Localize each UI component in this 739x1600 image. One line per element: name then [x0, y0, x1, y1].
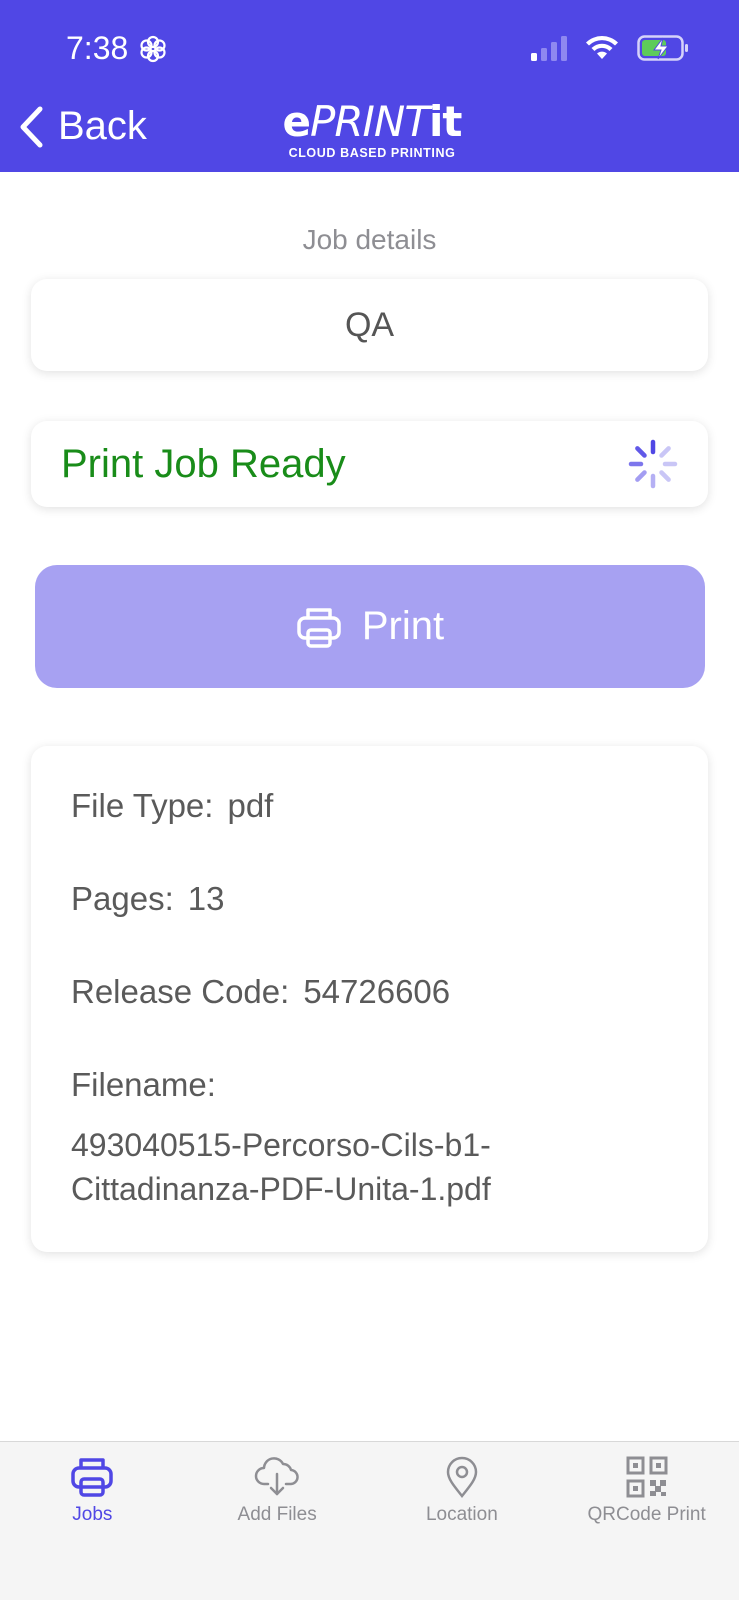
location-pin-icon: [446, 1456, 478, 1498]
release-code-row: Release Code: 54726606: [71, 972, 668, 1065]
print-button[interactable]: Print: [35, 565, 705, 688]
app-header: 7:38 Back ePRINTit CLOUD BASED PRINTING: [0, 0, 739, 172]
battery-charging-icon: [637, 35, 688, 61]
job-name-card: QA: [31, 279, 708, 371]
tab-add-files-label: Add Files: [237, 1504, 317, 1525]
print-label: Print: [361, 604, 445, 648]
cloud-download-icon: [254, 1457, 299, 1496]
cellular-signal-icon: [531, 36, 567, 61]
logo-tagline: CLOUD BASED PRINTING: [288, 146, 456, 160]
release-code-value: 54726606: [303, 973, 451, 1010]
chevron-left-icon: [20, 106, 43, 147]
bottom-tab-bar: Jobs Add Files Location QRCode Print: [0, 1441, 739, 1600]
eprintit-logo: ePRINTit CLOUD BASED PRINTING: [282, 97, 463, 166]
section-title: Job details: [302, 224, 437, 255]
file-type-value: pdf: [227, 787, 274, 824]
logo-wordmark: ePRINTit: [282, 97, 463, 146]
status-bar-time: 7:38: [66, 30, 168, 67]
tab-add-files[interactable]: Add Files: [185, 1442, 370, 1600]
job-status-card: Print Job Ready: [31, 421, 708, 507]
filename-label: Filename:: [71, 1066, 216, 1103]
logo-e: e: [282, 97, 311, 146]
release-code-label: Release Code:: [71, 973, 290, 1010]
file-type-label: File Type:: [71, 787, 214, 824]
job-details-card: File Type: pdf Pages: 13 Release Code: 5472…: [31, 746, 708, 1252]
clock-text: 7:38: [66, 30, 129, 66]
loading-spinner-icon: [628, 439, 678, 489]
qrcode-icon: [626, 1456, 668, 1498]
tab-jobs-label: Jobs: [72, 1504, 113, 1525]
printer-icon: [297, 607, 341, 648]
tab-qrcode-print-label: QRCode Print: [587, 1504, 706, 1525]
focus-mode-icon: [140, 35, 166, 62]
printer-icon: [71, 1458, 114, 1497]
tab-jobs[interactable]: Jobs: [0, 1442, 185, 1600]
tab-location-label: Location: [425, 1504, 498, 1525]
filename-value: 493040515-Percorso-Cils-b1-Cittadinanza-…: [71, 1127, 491, 1207]
job-name: QA: [344, 305, 395, 344]
tab-qrcode-print[interactable]: QRCode Print: [554, 1442, 739, 1600]
pages-label: Pages:: [71, 880, 174, 917]
wifi-icon: [586, 36, 618, 59]
back-label: Back: [58, 104, 147, 148]
logo-it: it: [429, 97, 462, 146]
pages-value: 13: [187, 880, 225, 917]
status-icons: [531, 34, 689, 62]
job-status-text: Print Job Ready: [61, 441, 346, 486]
file-type-row: File Type: pdf: [71, 786, 668, 879]
logo-print: PRINT: [310, 97, 430, 146]
back-button[interactable]: Back: [18, 104, 147, 149]
tab-location[interactable]: Location: [370, 1442, 555, 1600]
pages-row: Pages: 13: [71, 879, 668, 972]
